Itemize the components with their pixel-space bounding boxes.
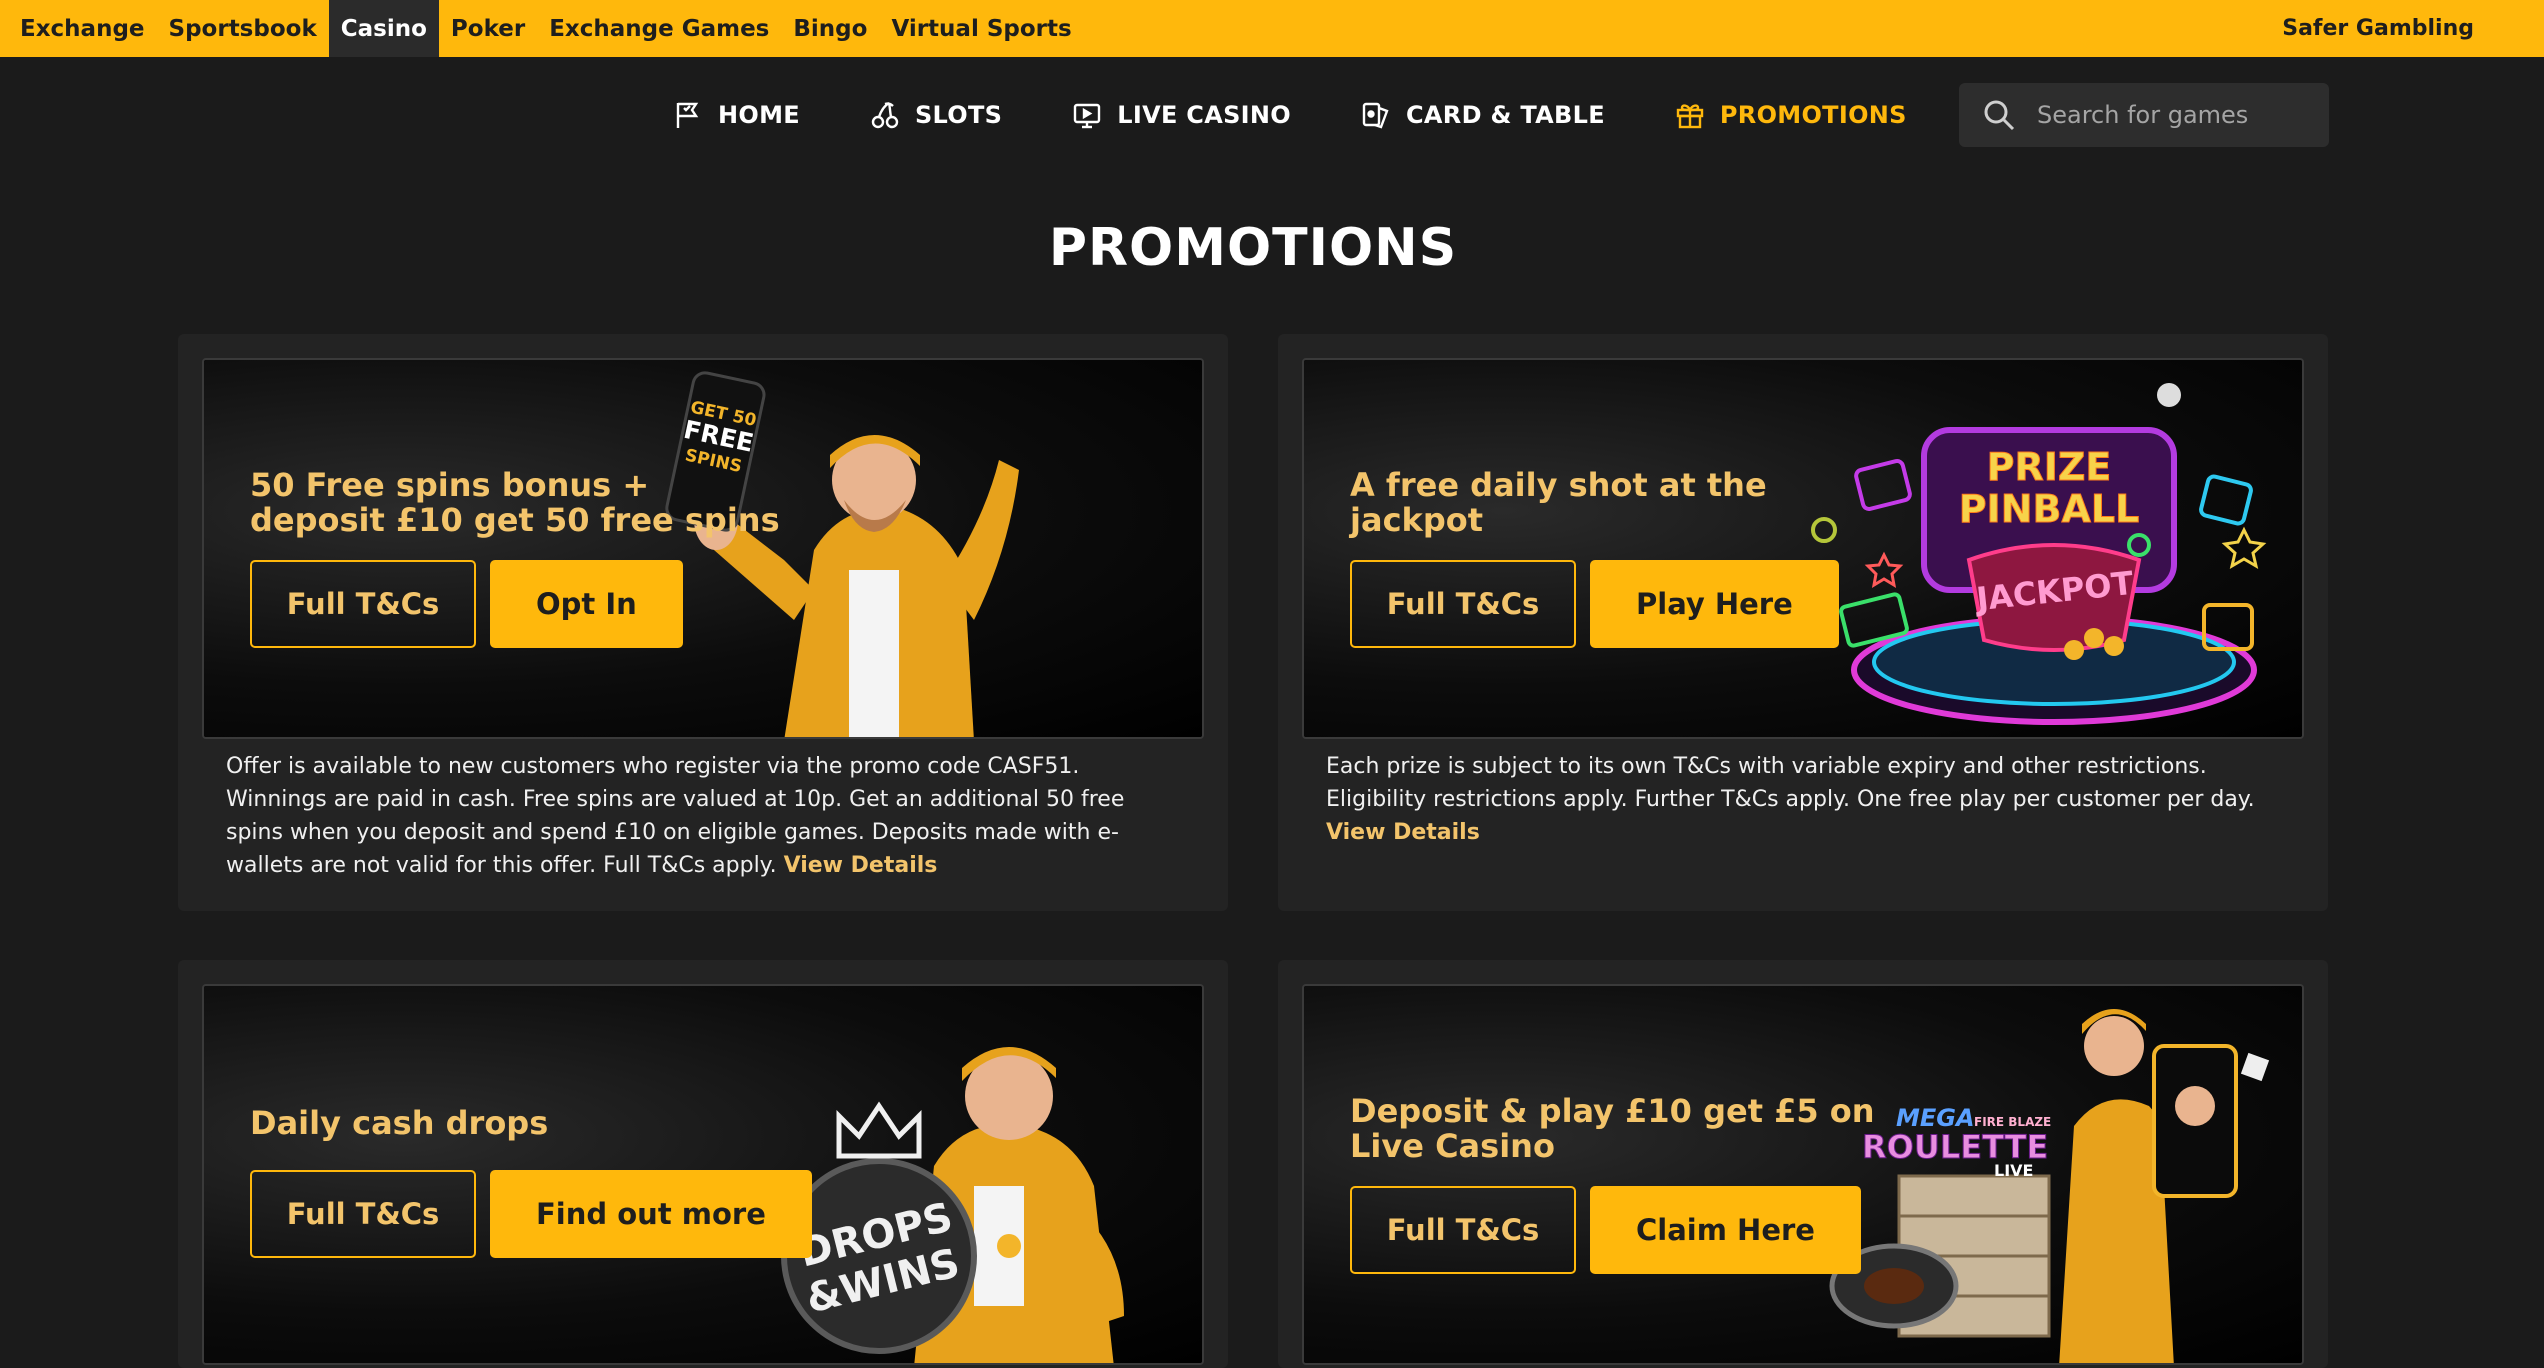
casino-nav: HOME SLOTS LIVE CASINO CARD & TABLE PROM… <box>0 57 2544 172</box>
nav-slots[interactable]: SLOTS <box>869 99 1002 131</box>
tab-exchange-games[interactable]: Exchange Games <box>537 0 781 57</box>
nav-slots-label: SLOTS <box>914 100 1003 129</box>
promo-headline: Daily cash drops <box>250 1106 548 1141</box>
promo-headline-line1: A free daily shot at the <box>1350 466 1767 504</box>
nav-promotions-label: PROMOTIONS <box>1719 100 1907 129</box>
find-out-more-button[interactable]: Find out more <box>490 1170 812 1258</box>
promo-card: DROPS &WINS Daily cash drops Full T&Cs F… <box>178 960 1228 1368</box>
promo-headline: A free daily shot at the jackpot <box>1350 468 1767 538</box>
nav-home[interactable]: HOME <box>672 99 800 131</box>
promo-headline: 50 Free spins bonus + deposit £10 get 50… <box>250 468 780 538</box>
safer-gambling-link[interactable]: Safer Gambling <box>2282 0 2474 57</box>
cherries-icon <box>871 101 899 128</box>
art-text-pinball: PINBALL <box>1959 487 2140 531</box>
promo-headline-line1: 50 Free spins bonus + <box>250 466 650 504</box>
nav-promotions[interactable]: PROMOTIONS <box>1674 99 1907 131</box>
promo-description-text: Each prize is subject to its own T&Cs wi… <box>1326 754 2255 812</box>
nav-card-table[interactable]: CARD & TABLE <box>1360 99 1605 131</box>
free-spins-artwork: GET 50 FREE SPINS <box>665 371 1019 737</box>
promo-headline-line2: jackpot <box>1350 501 1483 539</box>
tab-sportsbook[interactable]: Sportsbook <box>157 0 329 57</box>
promo-banner: DROPS &WINS Daily cash drops Full T&Cs F… <box>202 984 1204 1365</box>
full-tcs-button[interactable]: Full T&Cs <box>250 1170 476 1258</box>
tab-casino[interactable]: Casino <box>328 0 439 57</box>
promo-headline-line1: Daily cash drops <box>250 1104 549 1142</box>
full-tcs-button[interactable]: Full T&Cs <box>1350 1186 1576 1274</box>
full-tcs-button[interactable]: Full T&Cs <box>250 560 476 648</box>
full-tcs-button[interactable]: Full T&Cs <box>1350 560 1576 648</box>
prize-pinball-artwork: PRIZE PINBALL JACKPOT <box>1811 383 2267 725</box>
claim-here-button[interactable]: Claim Here <box>1590 1186 1861 1274</box>
search-box[interactable] <box>1959 83 2329 147</box>
promo-card: PRIZE PINBALL JACKPOT A free daily shot … <box>1278 334 2328 911</box>
art-text-prize: PRIZE <box>1987 445 2112 489</box>
nav-live-casino[interactable]: LIVE CASINO <box>1071 99 1291 131</box>
promo-banner: GET 50 FREE SPINS 50 Free spins bonus + … <box>202 358 1204 739</box>
tab-poker[interactable]: Poker <box>439 0 537 57</box>
nav-home-label: HOME <box>718 100 800 129</box>
promo-banner: MEGA FIRE BLAZE ROULETTE LIVE Deposit & … <box>1302 984 2304 1365</box>
drops-wins-artwork: DROPS &WINS <box>781 1047 1124 1363</box>
promo-headline-line2: Live Casino <box>1350 1127 1555 1165</box>
search-icon <box>1984 100 2015 131</box>
flag-icon <box>676 102 699 128</box>
art-text-fire-blaze: FIRE BLAZE <box>1974 1115 2051 1129</box>
art-text-live: LIVE <box>1994 1161 2033 1180</box>
view-details-link[interactable]: View Details <box>1326 820 1480 845</box>
page-title: PROMOTIONS <box>1048 218 1458 278</box>
promo-description: Each prize is subject to its own T&Cs wi… <box>1326 750 2286 849</box>
mega-fire-blaze-roulette-artwork: MEGA FIRE BLAZE ROULETTE LIVE <box>1829 1009 2270 1363</box>
cards-icon <box>1362 102 1389 129</box>
promo-headline-line2: deposit £10 get 50 free spins <box>250 501 780 539</box>
promo-card: MEGA FIRE BLAZE ROULETTE LIVE Deposit & … <box>1278 960 2328 1368</box>
search-input[interactable] <box>2037 101 2297 129</box>
view-details-link[interactable]: View Details <box>784 853 938 878</box>
nav-card-table-label: CARD & TABLE <box>1406 100 1605 129</box>
promo-headline: Deposit & play £10 get £5 on Live Casino <box>1350 1094 1875 1164</box>
nav-live-casino-label: LIVE CASINO <box>1117 100 1291 129</box>
monitor-icon <box>1074 103 1101 128</box>
promo-description: Offer is available to new customers who … <box>226 750 1186 882</box>
tab-exchange[interactable]: Exchange <box>0 0 157 57</box>
tab-virtual-sports[interactable]: Virtual Sports <box>879 0 1083 57</box>
play-here-button[interactable]: Play Here <box>1590 560 1839 648</box>
top-bar: Exchange Sportsbook Casino Poker Exchang… <box>0 0 2544 57</box>
promo-card: GET 50 FREE SPINS 50 Free spins bonus + … <box>178 334 1228 911</box>
promo-banner: PRIZE PINBALL JACKPOT A free daily shot … <box>1302 358 2304 739</box>
promo-headline-line1: Deposit & play £10 get £5 on <box>1350 1092 1875 1130</box>
tab-bingo[interactable]: Bingo <box>781 0 879 57</box>
promo-description-text: Offer is available to new customers who … <box>226 754 1125 878</box>
opt-in-button[interactable]: Opt In <box>490 560 683 648</box>
gift-icon <box>1676 103 1704 128</box>
